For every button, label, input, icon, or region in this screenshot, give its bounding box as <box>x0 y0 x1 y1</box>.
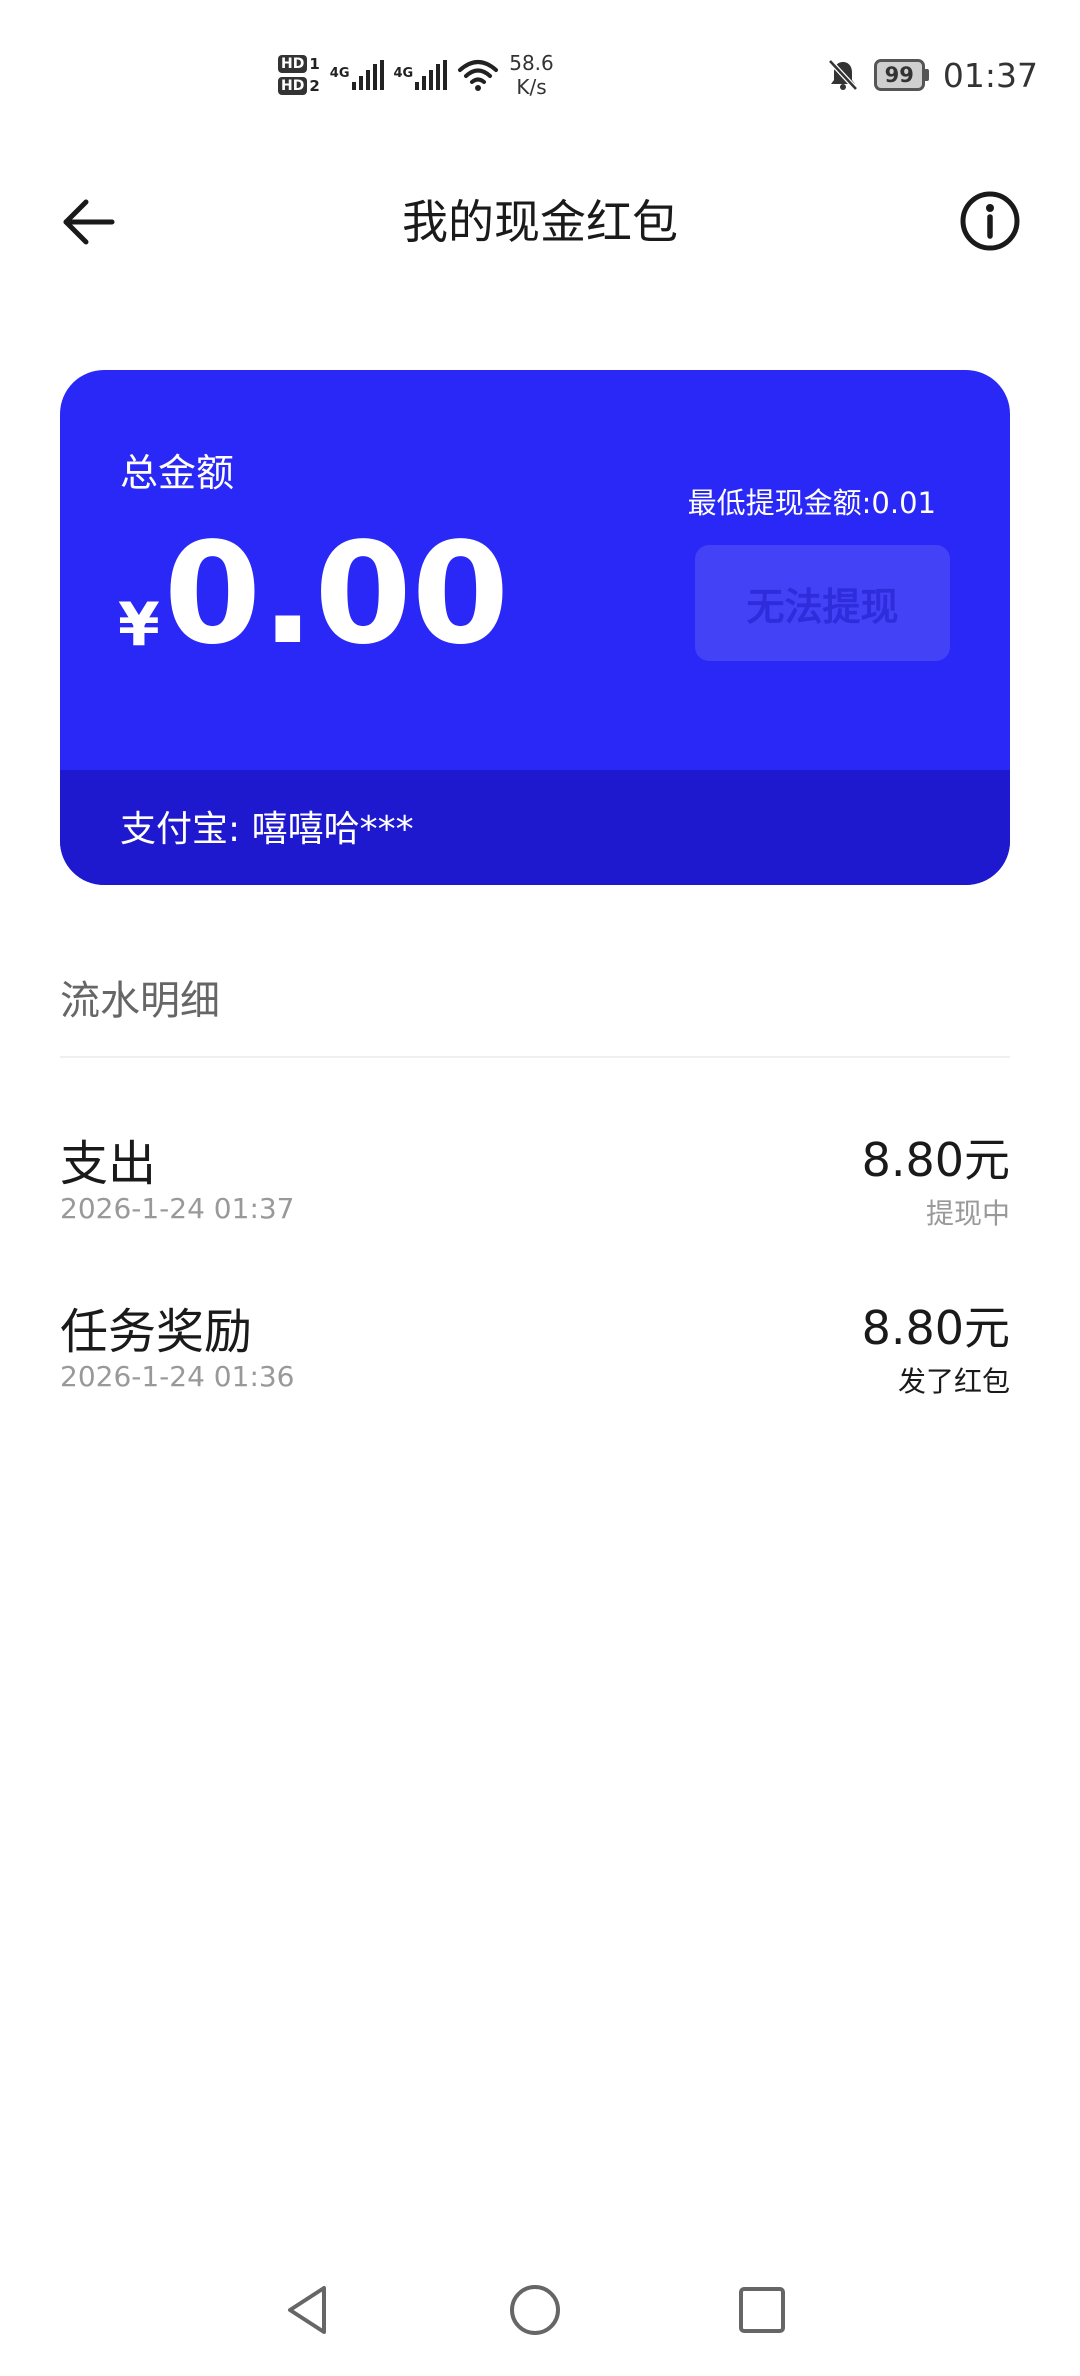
amount-value: 0.00 <box>163 513 510 676</box>
txn-amount: 8.80元 <box>861 1133 1010 1187</box>
app-header: 我的现金红包 <box>0 170 1080 274</box>
card-footer: 支付宝: 嘻嘻哈*** <box>60 770 1010 885</box>
page-title: 我的现金红包 <box>402 195 678 249</box>
screen: HD 1 HD 2 4G 4G 58.6 K/s 99 01:37 我的现金红包… <box>0 0 1080 2376</box>
txn-status: 提现中 <box>925 1197 1010 1230</box>
txn-amount: 8.80元 <box>861 1301 1010 1355</box>
signal-icon: 4G <box>394 60 448 90</box>
info-circle-icon[interactable] <box>958 189 1022 253</box>
currency-symbol: ¥ <box>118 590 160 660</box>
txn-date: 2026-1-24 01:36 <box>60 1360 295 1393</box>
battery-icon: 99 <box>873 59 929 91</box>
status-time: 01:37 <box>942 55 1038 95</box>
balance-amount: ¥ 0.00 <box>118 520 509 670</box>
wifi-icon <box>458 60 499 91</box>
balance-card: 总金额 ¥ 0.00 最低提现金额:0.01 无法提现 支付宝: 嘻嘻哈*** <box>60 370 1010 885</box>
sim2-hd-badge: HD 2 <box>278 77 320 95</box>
txn-title: 任务奖励 <box>60 1304 253 1360</box>
back-triangle-icon[interactable] <box>278 2280 338 2340</box>
txn-status: 发了红包 <box>897 1365 1010 1398</box>
divider <box>60 1056 1010 1058</box>
recents-square-icon[interactable] <box>732 2280 792 2340</box>
status-left: HD 1 HD 2 4G 4G 58.6 K/s <box>278 40 554 110</box>
sim-indicators: HD 1 HD 2 <box>278 55 320 95</box>
system-nav-bar <box>0 2250 1080 2376</box>
alipay-account: 支付宝: 嘻嘻哈*** <box>120 809 414 850</box>
signal-icon: 4G <box>330 60 384 90</box>
total-amount-label: 总金额 <box>120 451 235 495</box>
ledger-title: 流水明细 <box>60 978 220 1024</box>
home-circle-icon[interactable] <box>505 2280 565 2340</box>
min-withdraw-label: 最低提现金额:0.01 <box>687 486 936 520</box>
txn-date: 2026-1-24 01:37 <box>60 1192 295 1225</box>
list-item[interactable]: 支出 2026-1-24 01:37 8.80元 提现中 <box>60 1124 1010 1254</box>
status-right: 99 01:37 <box>826 52 1038 98</box>
mute-bell-icon <box>827 59 858 91</box>
withdraw-button[interactable]: 无法提现 <box>695 545 950 661</box>
status-bar: HD 1 HD 2 4G 4G 58.6 K/s 99 01:37 <box>0 0 1080 120</box>
network-speed: 58.6 K/s <box>509 51 554 99</box>
txn-title: 支出 <box>60 1136 157 1192</box>
sim1-hd-badge: HD 1 <box>278 55 320 73</box>
list-item[interactable]: 任务奖励 2026-1-24 01:36 8.80元 发了红包 <box>60 1292 1010 1422</box>
